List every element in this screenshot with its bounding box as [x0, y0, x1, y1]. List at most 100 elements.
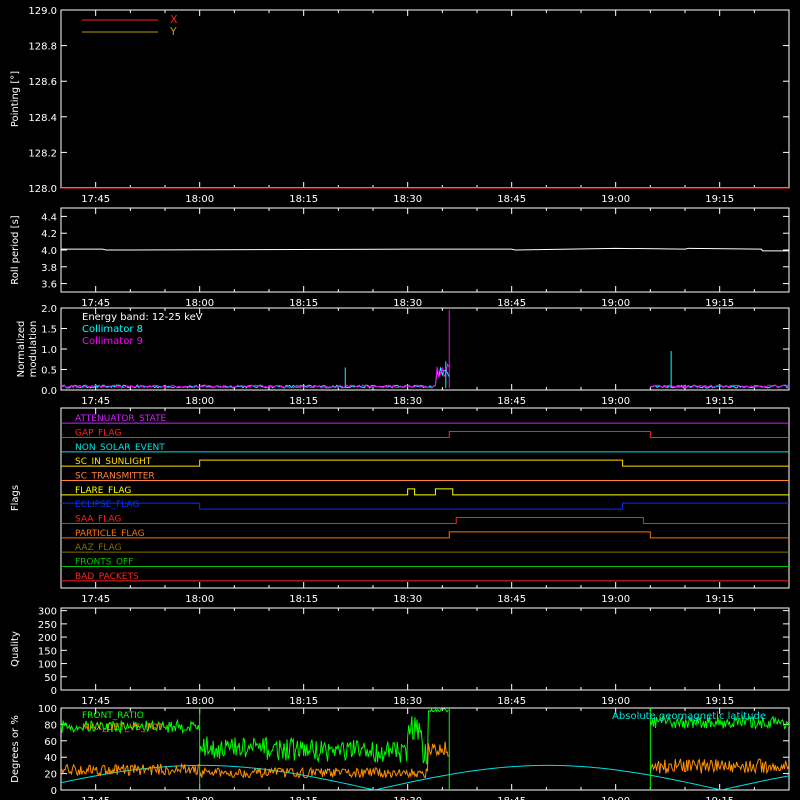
legend-entry: Collimator 8 [82, 324, 143, 335]
y-tick-label: 80 [44, 720, 57, 731]
x-tick-label: 19:00 [601, 696, 630, 707]
panel-pointing: 17:45 18:00 18:15 18:30 18:45 19:00 19:15 129.0… [10, 6, 790, 205]
y-axis-label: Degrees or % [10, 715, 21, 783]
flag-label: SAA_FLAG [75, 515, 121, 525]
y-tick-label: 128.6 [28, 77, 57, 88]
flag-line-particle_flag [61, 531, 789, 539]
x-tick-label: 19:15 [705, 396, 734, 407]
y-tick-label: 50 [44, 673, 57, 684]
x-tick-label: 18:30 [393, 298, 422, 309]
x-tick-label: 17:45 [81, 594, 110, 605]
x-tick-label: 19:00 [601, 396, 630, 407]
x-tick-label: 18:30 [393, 194, 422, 205]
x-tick-label: 18:30 [393, 796, 422, 800]
x-tick-label: 18:30 [393, 696, 422, 707]
y-tick-label: 1.5 [41, 325, 57, 336]
y-tick-label: 20 [44, 770, 57, 781]
y-tick-label: 129.0 [28, 6, 57, 17]
x-tick-label: 18:00 [185, 696, 214, 707]
x-tick-label: 18:30 [393, 396, 422, 407]
flag-label: GAP_FLAG [75, 429, 121, 439]
y-tick-label: 4.0 [41, 246, 57, 257]
geomagnetic-latitude-annotation: Absolute geomagnetic latitude [612, 711, 766, 722]
y-tick-label: 0.0 [41, 386, 57, 397]
max-det-vs-tot-trace [649, 758, 790, 775]
y-tick-label: 300 [38, 607, 57, 618]
front-ratio-trace [199, 707, 449, 765]
panel-flags: 17:45 18:00 18:15 18:30 18:45 19:00 19:15 Flags… [10, 407, 790, 605]
y-axis-label: Roll period [s] [10, 215, 21, 284]
x-tick-label: 19:15 [705, 796, 734, 800]
x-tick-label: 17:45 [81, 396, 110, 407]
y-axis-label: Pointing [°] [10, 71, 21, 127]
y-tick-label: 0 [51, 686, 57, 697]
panel-frame [60, 407, 790, 589]
y-tick-label: 128.4 [28, 113, 57, 124]
flag-label: SC_TRANSMITTER [75, 472, 155, 482]
x-tick-label: 19:15 [705, 696, 734, 707]
flag-label: NON_SOLAR_EVENT [75, 443, 165, 453]
x-tick-label: 17:45 [81, 696, 110, 707]
panel-modulation: 17:45 18:00 18:15 18:30 18:45 19:00 19:15 2.0 1.… [16, 304, 790, 407]
legend-entry: MAX_DET_VS_TOT [82, 723, 164, 733]
y-tick-label: 0.5 [41, 366, 57, 377]
y-tick-label: 100 [38, 660, 57, 671]
x-tick-label: 18:15 [289, 396, 318, 407]
legend-entry: FRONT_RATIO [82, 711, 144, 721]
y-tick-label: 40 [44, 753, 57, 764]
y-tick-label: 100 [38, 704, 57, 715]
y-tick-label: 4.4 [41, 212, 57, 223]
y-tick-label: 60 [44, 737, 57, 748]
y-axis-label: Normalized [16, 321, 27, 378]
x-tick-label: 18:15 [289, 298, 318, 309]
flag-label: ATTENUATOR_STATE [75, 414, 167, 424]
panel-roll: 17:45 18:00 18:15 18:30 18:45 19:00 19:15 4.4 4.… [10, 207, 790, 309]
y-tick-label: 2.0 [41, 304, 57, 315]
y-tick-label: 4.2 [41, 229, 57, 240]
x-tick-label: 18:00 [185, 796, 214, 800]
x-tick-label: 18:15 [289, 594, 318, 605]
y-axis-label: modulation [28, 321, 39, 378]
x-tick-label: 19:00 [601, 796, 630, 800]
x-tick-label: 18:15 [289, 796, 318, 800]
y-tick-label: 150 [38, 646, 57, 657]
y-tick-label: 128.2 [28, 148, 57, 159]
flag-line-eclipse_flag [61, 502, 789, 510]
x-tick-label: 19:00 [601, 594, 630, 605]
x-tick-label: 18:00 [185, 298, 214, 309]
y-tick-label: 1.0 [41, 345, 57, 356]
x-tick-label: 18:45 [497, 396, 526, 407]
panel-quality: 17:45 18:00 18:15 18:30 18:45 19:00 19:15 300 25… [10, 607, 790, 707]
x-tick-label: 19:15 [705, 594, 734, 605]
flag-label: AAZ_FLAG [75, 543, 122, 553]
modulation-trace-collimator-9 [60, 363, 450, 389]
x-tick-label: 18:45 [497, 796, 526, 800]
x-tick-label: 18:15 [289, 194, 318, 205]
x-tick-label: 18:45 [497, 298, 526, 309]
x-tick-label: 18:45 [497, 594, 526, 605]
x-tick-label: 18:45 [497, 696, 526, 707]
flag-line-flare_flag [61, 488, 789, 496]
flag-line-saa_flag [61, 517, 789, 524]
flag-label: ECLIPSE_FLAG [75, 500, 139, 510]
x-tick-label: 18:00 [185, 594, 214, 605]
x-tick-label: 17:45 [81, 194, 110, 205]
x-tick-label: 18:30 [393, 594, 422, 605]
x-tick-label: 19:15 [705, 298, 734, 309]
x-tick-label: 19:00 [601, 298, 630, 309]
x-tick-label: 19:00 [601, 194, 630, 205]
flag-label: FLARE_FLAG [75, 486, 131, 496]
flag-line-sc_in_sunlight [61, 459, 789, 467]
y-tick-label: 3.6 [41, 280, 57, 291]
flag-label: SC_IN_SUNLIGHT [75, 457, 152, 467]
y-tick-label: 0 [51, 786, 57, 797]
flag-line-gap_flag [61, 431, 789, 438]
solar-xray-summary-figure: 17:45 18:00 18:15 18:30 18:45 19:00 19:15 129.0… [10, 6, 790, 800]
y-tick-label: 128.0 [28, 184, 57, 195]
y-tick-label: 250 [38, 620, 57, 631]
flag-label: BAD_PACKETS [75, 572, 139, 582]
x-tick-label: 18:15 [289, 696, 318, 707]
legend-entry: Collimator 9 [82, 336, 143, 347]
y-tick-label: 3.8 [41, 263, 57, 274]
energy-band-annotation: Energy band: 12-25 keV [82, 312, 203, 323]
